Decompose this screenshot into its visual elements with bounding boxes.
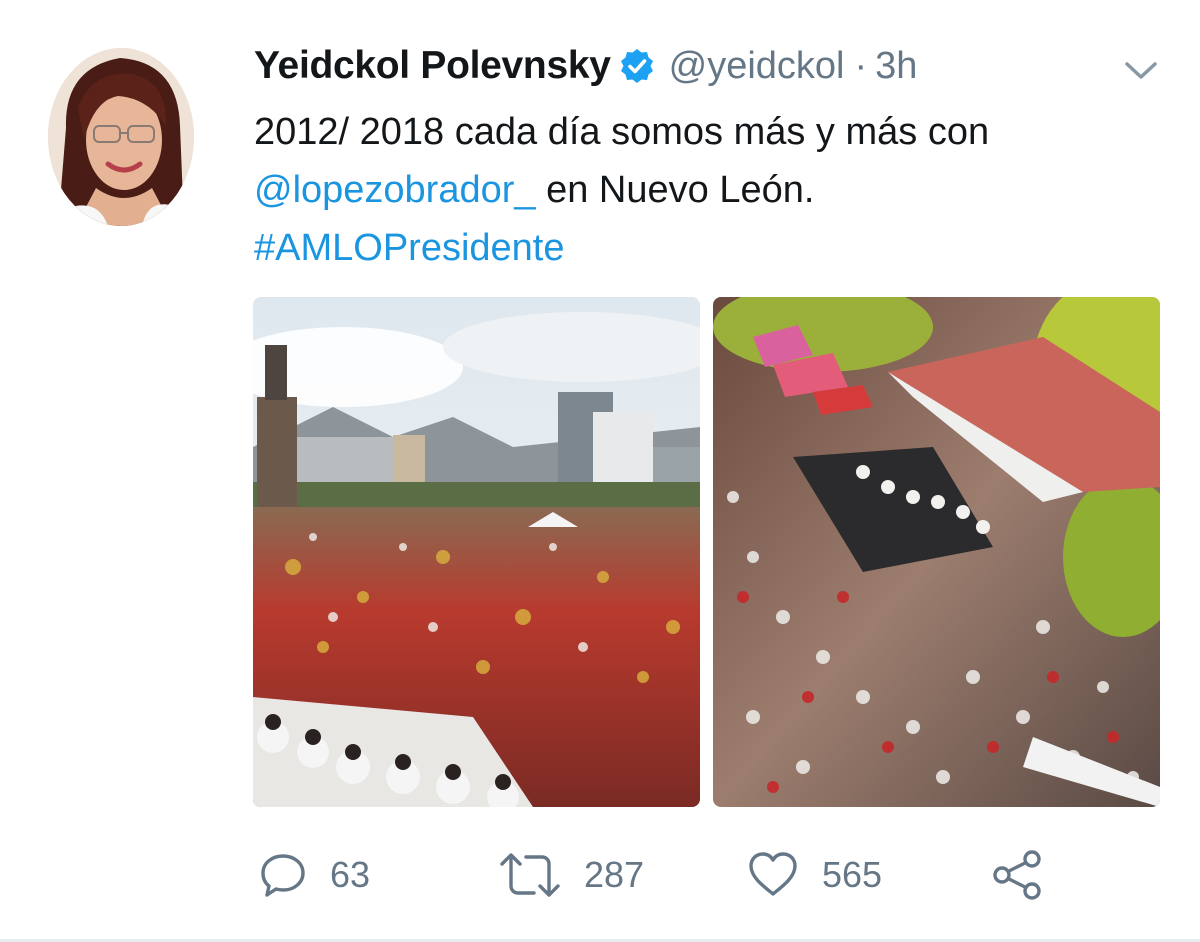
- share-action[interactable]: [990, 840, 1046, 910]
- retweet-action[interactable]: 287: [498, 840, 644, 910]
- avatar[interactable]: [48, 48, 194, 226]
- separator-dot: ·: [854, 44, 868, 87]
- chevron-down-icon[interactable]: [1122, 58, 1160, 84]
- tweet-text-line-1: 2012/ 2018 cada día somos más y más con: [254, 111, 990, 153]
- author-display-name[interactable]: Yeidckol Polevnsky: [254, 44, 611, 88]
- tweet-text-location: en Nuevo León.: [535, 169, 815, 211]
- avatar-image: [48, 48, 194, 226]
- author-handle[interactable]: @yeidckol: [669, 45, 845, 88]
- reply-action[interactable]: 63: [258, 840, 370, 910]
- tweet-header: Yeidckol Polevnsky @yeidckol · 3h: [254, 40, 917, 92]
- tweet[interactable]: Yeidckol Polevnsky @yeidckol · 3h 2012/ …: [0, 0, 1200, 942]
- media-photo-aerial-rally[interactable]: [713, 297, 1160, 807]
- like-count: 565: [822, 854, 883, 895]
- retweet-count: 287: [584, 854, 645, 895]
- reply-icon: [261, 854, 305, 897]
- tweet-text-line-2: @lopezobrador_ en Nuevo León.: [254, 161, 1154, 219]
- hashtag-link[interactable]: #AMLOPresidente: [254, 227, 565, 269]
- retweet-icon: [500, 853, 560, 897]
- heart-icon: [749, 852, 797, 896]
- tweet-timestamp[interactable]: 3h: [875, 45, 917, 88]
- photo-aerial-rally: [713, 297, 1160, 807]
- media-photo-plaza-rally[interactable]: [253, 297, 700, 807]
- like-action[interactable]: 565: [746, 840, 882, 910]
- reply-count: 63: [330, 854, 371, 895]
- photo-plaza-rally: [253, 297, 700, 807]
- tweet-text: 2012/ 2018 cada día somos más y más con …: [254, 103, 1154, 277]
- share-icon: [993, 850, 1041, 900]
- tweet-actions-bar: 63 287 565: [0, 840, 1200, 910]
- tweet-text-line-3: #AMLOPresidente: [254, 219, 1154, 277]
- mention-link[interactable]: @lopezobrador_: [254, 169, 536, 211]
- verified-badge-icon: [619, 48, 655, 84]
